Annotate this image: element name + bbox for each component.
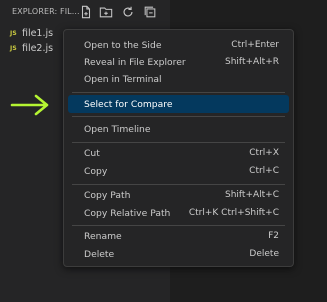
collapse-all-icon[interactable] (143, 5, 157, 19)
menu-item-label: Open to the Side (84, 39, 162, 51)
menu-item-label: Open Timeline (84, 123, 151, 135)
menu-item-shortcut: Shift+Alt+R (225, 57, 279, 67)
js-file-icon: JS (10, 44, 17, 52)
menu-item-reveal-in-file-explorer[interactable]: Reveal in File Explorer Shift+Alt+R (68, 53, 289, 71)
explorer-title: EXPLORER: FIL... (12, 7, 80, 16)
menu-item-shortcut: Delete (249, 249, 279, 259)
menu-item-shortcut: Ctrl+C (249, 166, 279, 176)
menu-item-label: Reveal in File Explorer (84, 56, 186, 68)
menu-item-label: Delete (84, 248, 115, 260)
menu-item-shortcut: Ctrl+Enter (231, 40, 279, 50)
menu-item-open-to-side[interactable]: Open to the Side Ctrl+Enter (68, 36, 289, 54)
menu-separator (72, 92, 285, 93)
menu-item-open-in-terminal[interactable]: Open in Terminal (68, 70, 289, 88)
menu-item-shortcut: F2 (268, 231, 279, 241)
menu-item-shortcut: Shift+Alt+C (224, 190, 279, 200)
menu-item-shortcut: Ctrl+K Ctrl+Shift+C (188, 208, 279, 218)
menu-separator (72, 225, 285, 226)
menu-item-label: Copy Path (84, 189, 131, 201)
menu-item-label: Cut (84, 147, 100, 159)
file-item[interactable]: JS file2.js (10, 41, 53, 55)
refresh-icon[interactable] (121, 5, 135, 19)
menu-item-copy-relative-path[interactable]: Copy Relative Path Ctrl+K Ctrl+Shift+C (68, 204, 289, 222)
explorer-header: EXPLORER: FIL... (0, 0, 170, 24)
menu-separator (72, 142, 285, 143)
menu-item-delete[interactable]: Delete Delete (68, 245, 289, 263)
menu-item-copy[interactable]: Copy Ctrl+C (68, 162, 289, 180)
menu-item-label: Copy (84, 165, 108, 177)
file-item[interactable]: JS file1.js (10, 26, 53, 40)
menu-separator (72, 184, 285, 185)
pointer-arrow-icon (10, 94, 49, 116)
new-folder-icon[interactable] (99, 5, 113, 19)
context-menu: Open to the Side Ctrl+Enter Reveal in Fi… (63, 29, 294, 267)
menu-item-cut[interactable]: Cut Ctrl+X (68, 144, 289, 162)
menu-item-label: Copy Relative Path (84, 207, 171, 219)
menu-separator (72, 116, 285, 117)
menu-item-label: Select for Compare (84, 98, 173, 110)
menu-item-label: Rename (84, 230, 122, 242)
menu-item-select-for-compare[interactable]: Select for Compare (68, 95, 289, 113)
menu-item-rename[interactable]: Rename F2 (68, 227, 289, 245)
menu-item-open-timeline[interactable]: Open Timeline (68, 120, 289, 138)
menu-item-copy-path[interactable]: Copy Path Shift+Alt+C (68, 186, 289, 204)
new-file-icon[interactable] (79, 5, 93, 19)
file-name: file2.js (21, 42, 54, 54)
menu-item-shortcut: Ctrl+X (249, 148, 279, 158)
menu-item-label: Open in Terminal (84, 73, 162, 85)
file-name: file1.js (21, 27, 54, 39)
js-file-icon: JS (10, 29, 17, 37)
